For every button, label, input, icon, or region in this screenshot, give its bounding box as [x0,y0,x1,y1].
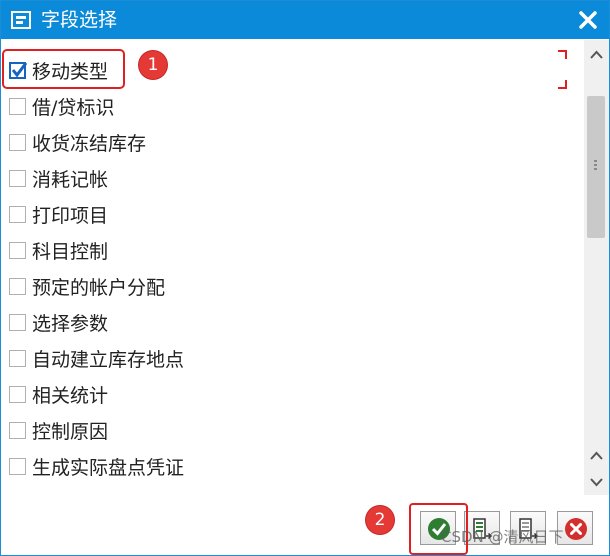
field-item-physical-inventory-doc[interactable]: 生成实际盘点凭证 [9,451,184,481]
annotation-badge-2: 2 [366,506,394,534]
watermark: CSDN @清风日下 [441,528,564,546]
field-label: 控制原因 [32,420,109,443]
checkbox[interactable] [9,205,26,223]
checkbox[interactable] [9,385,26,403]
field-list-icon [11,11,31,29]
close-icon[interactable] [575,7,601,33]
field-label: 生成实际盘点凭证 [32,456,185,479]
scroll-down-icon[interactable] [589,476,604,488]
scroll-up-icon[interactable] [589,49,604,61]
annotation-highlight-1 [2,49,125,89]
field-label: 打印项目 [32,204,109,227]
checkbox[interactable] [9,133,26,151]
field-list: 移动类型 借/贷标识 收货冻结库存 消耗记帐 打印项目 科目控制 预定的帐户分配 [1,40,583,495]
field-item-related-statistics[interactable]: 相关统计 [9,379,108,409]
title-bar: 字段选择 [1,1,609,39]
field-item-consumption-posting[interactable]: 消耗记帐 [9,163,108,193]
field-item-selection-parameters[interactable]: 选择参数 [9,307,108,337]
annotation-badge-1: 1 [139,51,167,79]
field-label: 相关统计 [32,384,109,407]
vertical-scrollbar[interactable] [584,40,609,495]
field-item-account-control[interactable]: 科目控制 [9,235,108,265]
focus-corner-bottom-right [558,80,567,89]
checkbox[interactable] [9,277,26,295]
scroll-up-icon[interactable] [589,450,604,462]
field-label: 消耗记帐 [32,168,109,191]
checkbox[interactable] [9,313,26,331]
field-item-print-item[interactable]: 打印项目 [9,199,108,229]
grip-icon [594,160,597,170]
dialog-title: 字段选择 [41,9,118,31]
focus-corner-top-right [558,50,567,59]
field-label: 收货冻结库存 [32,132,147,155]
scrollbar-thumb[interactable] [587,96,605,238]
cancel-icon [565,518,587,540]
checkbox[interactable] [9,169,26,187]
field-item-control-reason[interactable]: 控制原因 [9,415,108,445]
field-item-predefined-account-assignment[interactable]: 预定的帐户分配 [9,271,165,301]
field-label: 科目控制 [32,240,109,263]
checkbox[interactable] [9,457,26,475]
field-item-debit-credit[interactable]: 借/贷标识 [9,91,114,121]
field-label: 预定的帐户分配 [32,276,166,299]
checkbox[interactable] [9,421,26,439]
field-label: 借/贷标识 [32,96,115,119]
field-label: 自动建立库存地点 [32,348,185,371]
checkbox[interactable] [9,349,26,367]
field-label: 选择参数 [32,312,109,335]
field-item-gr-blocked-stock[interactable]: 收货冻结库存 [9,127,146,157]
checkbox[interactable] [9,97,26,115]
checkbox[interactable] [9,241,26,259]
field-item-auto-create-storage-location[interactable]: 自动建立库存地点 [9,343,184,373]
